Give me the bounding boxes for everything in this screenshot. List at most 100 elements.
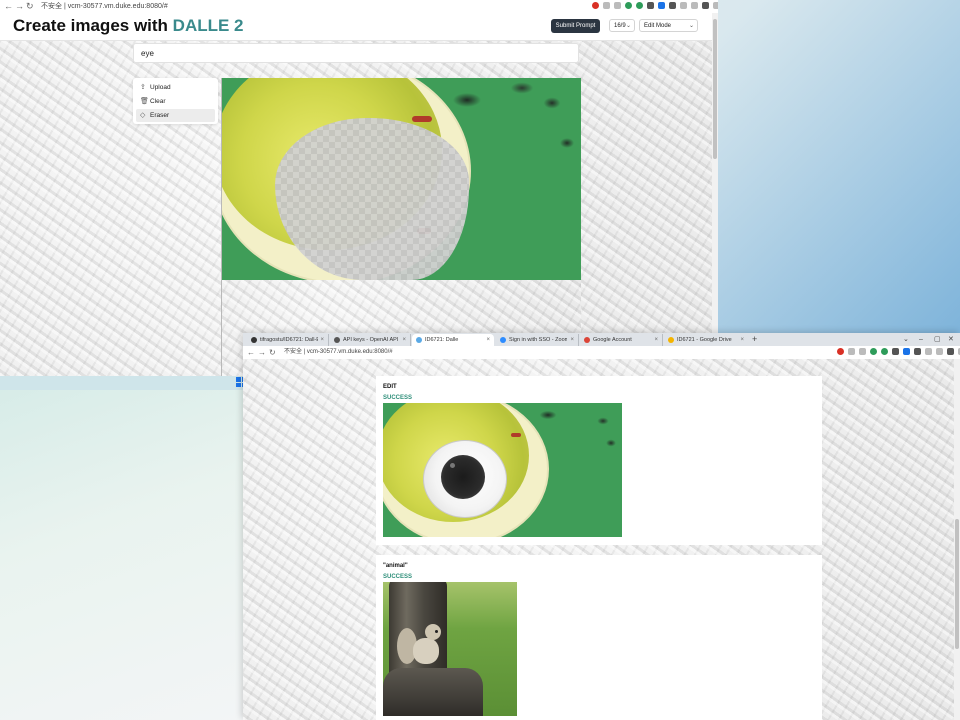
tab-label: ID6721: Dalle	[425, 337, 459, 343]
close-icon[interactable]: ×	[486, 334, 490, 346]
extension-teal-icon[interactable]	[881, 348, 888, 355]
extension-dark-icon[interactable]	[647, 2, 654, 9]
taskbar	[0, 376, 245, 390]
result-image-animal[interactable]	[383, 582, 517, 716]
close-icon[interactable]: ×	[570, 334, 574, 346]
address-bar: ← → ↻ 不安全 | vcm-30577.vm.duke.edu:8080/#	[0, 0, 718, 14]
prompt-input[interactable]: eye	[133, 43, 579, 63]
scrollbar-thumb[interactable]	[955, 519, 959, 649]
close-icon[interactable]: ×	[654, 334, 658, 346]
tab-dalle[interactable]: ID6721: Dalle ×	[412, 334, 494, 346]
aspect-ratio-value: 16/9	[614, 23, 626, 29]
aspect-ratio-select[interactable]: 16/9 ⌄	[609, 19, 635, 32]
scrollbar[interactable]	[954, 359, 960, 720]
react-icon	[416, 337, 422, 343]
puzzle-icon[interactable]	[925, 348, 932, 355]
tab-openai[interactable]: API keys - OpenAI API ×	[330, 334, 411, 346]
upload-icon: ⇪	[140, 84, 146, 91]
mode-value: Edit Mode	[644, 23, 672, 29]
close-icon[interactable]: ×	[740, 334, 744, 346]
result-title: EDIT	[383, 384, 397, 390]
title-accent: DALLE 2	[172, 16, 244, 35]
extension-dark-icon[interactable]	[892, 348, 899, 355]
tab-label: API keys - OpenAI API	[343, 337, 399, 343]
sidebar-icon[interactable]	[936, 348, 943, 355]
close-window-icon[interactable]: ✕	[948, 333, 954, 346]
chevron-down-icon: ⌄	[688, 23, 694, 29]
eraser-tool[interactable]: ◇ Eraser	[136, 109, 215, 122]
tab-zoom[interactable]: Sign in with SSO - Zoom ×	[496, 334, 579, 346]
result-image-edit[interactable]	[383, 403, 622, 537]
extension-black-icon[interactable]	[914, 348, 921, 355]
app-header: Create images with DALLE 2 Submit Prompt…	[0, 13, 712, 41]
back-browser-window: ← → ↻ 不安全 | vcm-30577.vm.duke.edu:8080/#…	[0, 0, 718, 376]
upload-label: Upload	[150, 84, 171, 91]
result-status: SUCCESS	[383, 395, 413, 401]
star-icon[interactable]	[859, 348, 866, 355]
profile-icon[interactable]	[947, 348, 954, 355]
scrollbar-thumb[interactable]	[713, 19, 717, 159]
edit-canvas[interactable]	[221, 78, 581, 376]
tab-bar: tifragostu/ID6721: Dall-E Du × API keys …	[243, 333, 960, 346]
google-icon[interactable]	[592, 2, 599, 9]
google-icon[interactable]	[837, 348, 844, 355]
star-icon[interactable]	[614, 2, 621, 9]
extension-black-icon[interactable]	[669, 2, 676, 9]
extension-icons	[592, 2, 718, 11]
squirrel	[397, 624, 441, 670]
eraser-label: Eraser	[150, 112, 170, 119]
close-icon[interactable]: ×	[402, 334, 406, 346]
tab-search-icon[interactable]: ⌄	[903, 333, 909, 346]
tab-github[interactable]: tifragostu/ID6721: Dall-E Du ×	[247, 334, 329, 346]
clear-tool[interactable]: 🗑 Clear	[136, 95, 215, 108]
new-tab-icon[interactable]: +	[752, 333, 757, 346]
eye-highlight	[450, 463, 455, 468]
share-icon[interactable]	[603, 2, 610, 9]
puzzle-icon[interactable]	[680, 2, 687, 9]
clear-label: Clear	[150, 98, 166, 105]
reload-icon[interactable]: ↻	[26, 1, 34, 12]
tab-label: ID6721 - Google Drive	[677, 337, 732, 343]
share-icon[interactable]	[848, 348, 855, 355]
back-arrow-icon[interactable]: ←	[247, 347, 255, 358]
mode-select[interactable]: Edit Mode ⌄	[639, 19, 698, 32]
minimize-icon[interactable]: –	[919, 333, 923, 346]
sidebar-icon[interactable]	[691, 2, 698, 9]
address-bar: ← → ↻ 不安全 | vcm-30577.vm.duke.edu:8080/#	[243, 346, 960, 360]
trash-icon: 🗑	[140, 98, 149, 105]
forward-arrow-icon[interactable]: →	[15, 1, 24, 12]
upload-tool[interactable]: ⇪ Upload	[136, 81, 215, 94]
eraser-icon: ◇	[140, 112, 146, 119]
google-icon	[584, 337, 590, 343]
tree-stump	[383, 668, 483, 716]
extension-green-icon[interactable]	[870, 348, 877, 355]
forward-arrow-icon[interactable]: →	[258, 347, 266, 358]
menu-dots-icon[interactable]	[713, 2, 718, 9]
close-icon[interactable]: ×	[320, 334, 324, 346]
reload-icon[interactable]: ↻	[269, 347, 276, 358]
extension-blue-icon[interactable]	[903, 348, 910, 355]
front-browser-window: tifragostu/ID6721: Dall-E Du × API keys …	[243, 333, 960, 720]
github-icon	[251, 337, 257, 343]
sauce-splash	[412, 116, 432, 122]
sauce-splash	[511, 433, 521, 437]
back-arrow-icon[interactable]: ←	[4, 1, 13, 12]
submit-prompt-button[interactable]: Submit Prompt	[551, 19, 600, 33]
eyeball	[423, 440, 507, 518]
url-text[interactable]: 不安全 | vcm-30577.vm.duke.edu:8080/#	[284, 347, 393, 358]
extension-green-icon[interactable]	[625, 2, 632, 9]
result-status: SUCCESS	[383, 574, 413, 580]
extension-blue-icon[interactable]	[658, 2, 665, 9]
title-prefix: Create images with	[13, 16, 173, 35]
openai-icon	[334, 337, 340, 343]
scrollbar[interactable]	[712, 13, 718, 376]
chevron-down-icon: ⌄	[625, 23, 631, 29]
extension-teal-icon[interactable]	[636, 2, 643, 9]
url-text[interactable]: 不安全 | vcm-30577.vm.duke.edu:8080/#	[41, 1, 168, 12]
canvas-image[interactable]	[222, 78, 581, 280]
tab-google-drive[interactable]: ID6721 - Google Drive ×	[664, 334, 748, 346]
tab-google-account[interactable]: Google Account ×	[580, 334, 663, 346]
maximize-icon[interactable]: ▢	[934, 333, 941, 346]
squirrel-body	[413, 638, 439, 664]
profile-icon[interactable]	[702, 2, 709, 9]
